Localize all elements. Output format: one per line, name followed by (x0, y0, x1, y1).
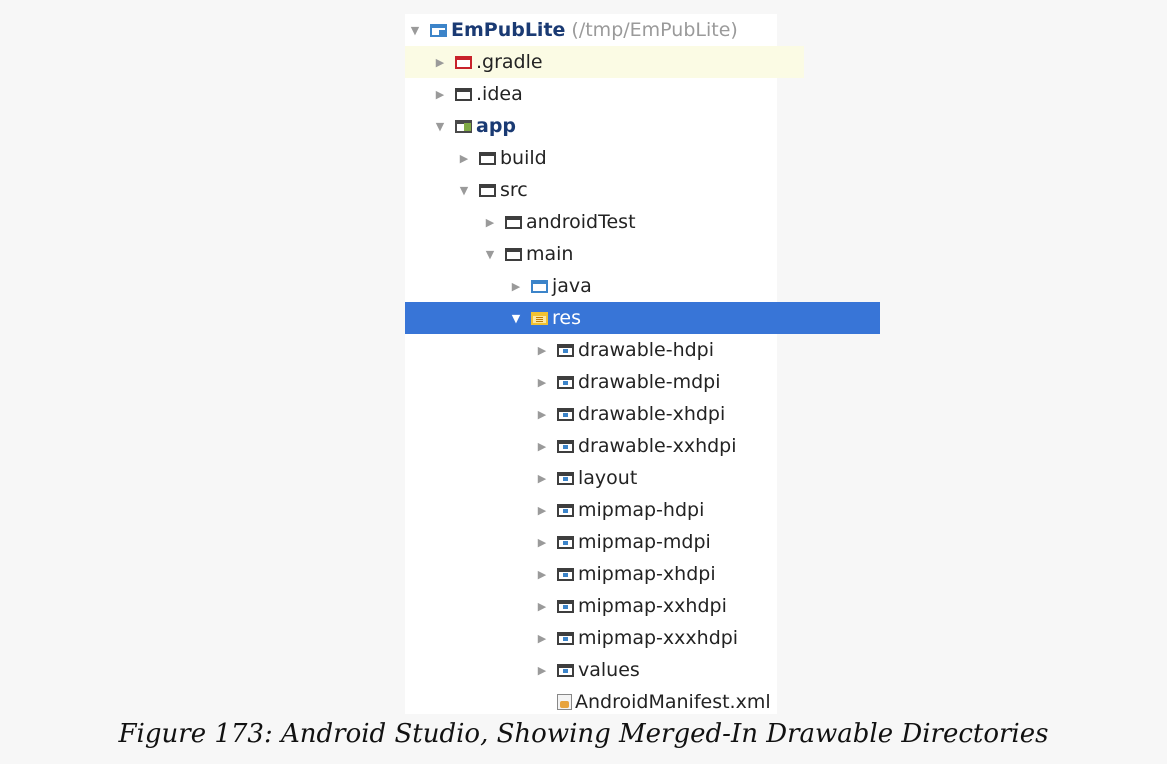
resource-folder-icon (557, 439, 574, 453)
tree-row-mipmap-xhdpi[interactable]: ▶ mipmap-xhdpi (405, 558, 906, 590)
tree-row-drawable-xxhdpi[interactable]: ▶ drawable-xxhdpi (405, 430, 906, 462)
tree-row-src[interactable]: ▼ src (405, 174, 828, 206)
tree-item-label: mipmap-xhdpi (578, 563, 716, 585)
tree-row-gradle[interactable]: ▶ .gradle (405, 46, 804, 78)
expand-arrow-icon[interactable]: ▶ (534, 664, 550, 677)
tree-row-mipmap-mdpi[interactable]: ▶ mipmap-mdpi (405, 526, 906, 558)
collapse-arrow-icon[interactable]: ▼ (508, 312, 524, 325)
tree-row-root[interactable]: ▼ EmPubLite (/tmp/EmPubLite) (405, 14, 779, 46)
resource-folder-icon (557, 599, 574, 613)
project-name: EmPubLite (451, 19, 566, 41)
tree-item-label: drawable-xxhdpi (578, 435, 737, 457)
resource-folder-icon (557, 471, 574, 485)
manifest-file-icon (557, 694, 572, 710)
tree-item-label: mipmap-mdpi (578, 531, 711, 553)
project-path: (/tmp/EmPubLite) (571, 19, 738, 41)
expand-arrow-icon[interactable]: ▶ (456, 152, 472, 165)
tree-row-values[interactable]: ▶ values (405, 654, 906, 686)
project-tree-panel: ▼ EmPubLite (/tmp/EmPubLite) ▶ .gradle ▶… (405, 14, 880, 714)
tree-row-androidtest[interactable]: ▶ androidTest (405, 206, 854, 238)
resource-root-folder-icon (531, 311, 548, 325)
tree-row-layout[interactable]: ▶ layout (405, 462, 906, 494)
expand-arrow-icon[interactable]: ▶ (534, 472, 550, 485)
expand-arrow-icon[interactable]: ▶ (534, 568, 550, 581)
tree-row-mipmap-hdpi[interactable]: ▶ mipmap-hdpi (405, 494, 906, 526)
expand-arrow-icon[interactable]: ▶ (482, 216, 498, 229)
expand-arrow-icon[interactable]: ▶ (534, 632, 550, 645)
collapse-arrow-icon[interactable]: ▼ (482, 248, 498, 261)
folder-icon (505, 215, 522, 229)
expand-arrow-icon[interactable]: ▶ (534, 376, 550, 389)
tree-row-drawable-xhdpi[interactable]: ▶ drawable-xhdpi (405, 398, 906, 430)
expand-arrow-icon[interactable]: ▶ (534, 536, 550, 549)
tree-row-androidmanifest[interactable]: ▶ AndroidManifest.xml (405, 686, 906, 718)
tree-row-res[interactable]: ▼ res (405, 302, 880, 334)
resource-folder-icon (557, 535, 574, 549)
tree-row-drawable-mdpi[interactable]: ▶ drawable-mdpi (405, 366, 906, 398)
expand-arrow-icon[interactable]: ▶ (534, 600, 550, 613)
tree-row-main[interactable]: ▼ main (405, 238, 854, 270)
tree-item-label: layout (578, 467, 638, 489)
tree-item-label: src (500, 179, 528, 201)
folder-icon (479, 183, 496, 197)
resource-folder-icon (557, 567, 574, 581)
tree-item-label: main (526, 243, 574, 265)
expand-arrow-icon[interactable]: ▶ (432, 88, 448, 101)
expand-arrow-icon[interactable]: ▶ (534, 440, 550, 453)
folder-icon (455, 55, 472, 69)
collapse-arrow-icon[interactable]: ▼ (407, 24, 423, 37)
resource-folder-icon (557, 375, 574, 389)
tree-row-mipmap-xxxhdpi[interactable]: ▶ mipmap-xxxhdpi (405, 622, 906, 654)
tree-row-build[interactable]: ▶ build (405, 142, 828, 174)
expand-arrow-icon[interactable]: ▶ (534, 344, 550, 357)
tree-item-label: .gradle (476, 51, 543, 73)
resource-folder-icon (557, 663, 574, 677)
resource-folder-icon (557, 503, 574, 517)
collapse-arrow-icon[interactable]: ▼ (432, 120, 448, 133)
tree-row-mipmap-xxhdpi[interactable]: ▶ mipmap-xxhdpi (405, 590, 906, 622)
project-icon (430, 23, 447, 37)
resource-folder-icon (557, 407, 574, 421)
collapse-arrow-icon[interactable]: ▼ (456, 184, 472, 197)
tree-row-java[interactable]: ▶ java (405, 270, 880, 302)
figure-caption: Figure 173: Android Studio, Showing Merg… (118, 719, 1049, 749)
module-icon (455, 119, 472, 133)
tree-item-label: build (500, 147, 547, 169)
expand-arrow-icon[interactable]: ▶ (432, 56, 448, 69)
tree-item-label: mipmap-xxhdpi (578, 595, 727, 617)
tree-row-app[interactable]: ▼ app (405, 110, 804, 142)
tree-item-label: java (552, 275, 592, 297)
tree-item-label: drawable-xhdpi (578, 403, 726, 425)
tree-item-label: app (476, 115, 517, 137)
tree-item-label: AndroidManifest.xml (575, 691, 771, 713)
tree-item-label: mipmap-xxxhdpi (578, 627, 739, 649)
tree-row-idea[interactable]: ▶ .idea (405, 78, 804, 110)
tree-item-label: .idea (476, 83, 523, 105)
resource-folder-icon (557, 631, 574, 645)
tree-row-drawable-hdpi[interactable]: ▶ drawable-hdpi (405, 334, 906, 366)
resource-folder-icon (557, 343, 574, 357)
tree-item-label: androidTest (526, 211, 636, 233)
folder-icon (479, 151, 496, 165)
tree-item-label: drawable-mdpi (578, 371, 721, 393)
source-folder-icon (531, 279, 548, 293)
expand-arrow-icon[interactable]: ▶ (534, 408, 550, 421)
tree-item-label: drawable-hdpi (578, 339, 715, 361)
expand-arrow-icon[interactable]: ▶ (534, 504, 550, 517)
folder-icon (455, 87, 472, 101)
folder-icon (505, 247, 522, 261)
tree-item-label: res (552, 307, 581, 329)
expand-arrow-icon[interactable]: ▶ (508, 280, 524, 293)
tree-item-label: mipmap-hdpi (578, 499, 705, 521)
tree-item-label: values (578, 659, 640, 681)
